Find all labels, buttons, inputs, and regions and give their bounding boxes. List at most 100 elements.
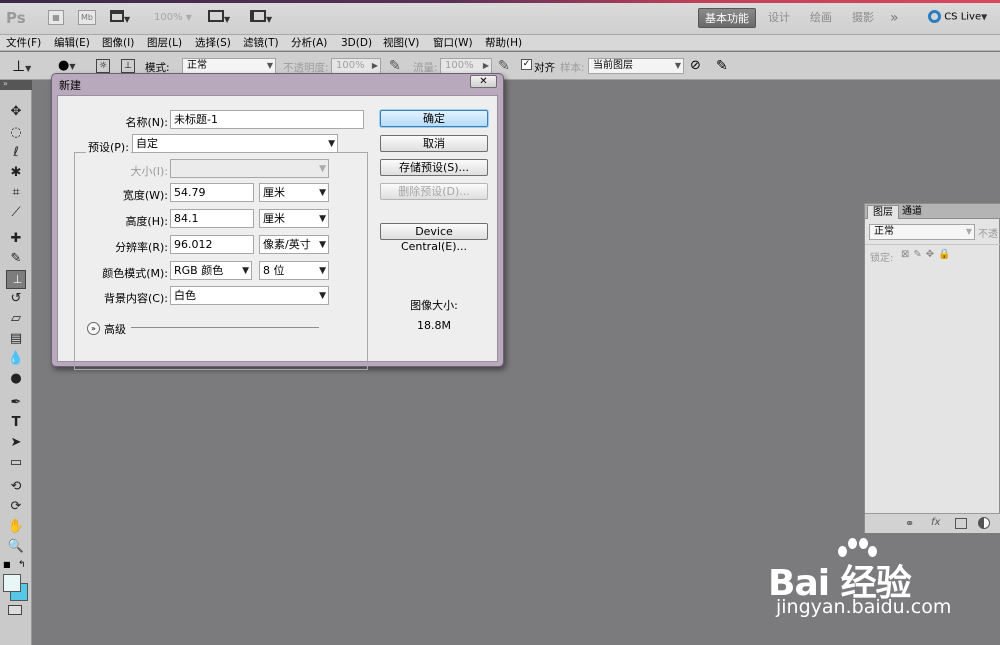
- 3d-orbit-tool-icon[interactable]: ⟳: [6, 498, 26, 516]
- tab-layers[interactable]: 图层: [867, 205, 899, 219]
- dodge-tool-icon[interactable]: ●: [6, 370, 26, 388]
- menu-3d[interactable]: 3D(D): [341, 35, 372, 51]
- tools-panel-grip[interactable]: »: [0, 79, 32, 90]
- workspace-painting[interactable]: 绘画: [804, 8, 838, 28]
- clone-source-icon[interactable]: ⊥: [121, 59, 135, 73]
- swap-colors-icon[interactable]: ↰: [18, 560, 26, 570]
- size-select[interactable]: ▼: [170, 159, 329, 178]
- mask-icon[interactable]: [955, 518, 967, 529]
- workspace-photography[interactable]: 摄影: [846, 8, 880, 28]
- shape-tool-icon[interactable]: ▭: [6, 454, 26, 472]
- bit-depth-select[interactable]: 8 位 ▼: [259, 261, 329, 280]
- height-unit-select[interactable]: 厘米 ▼: [259, 209, 329, 228]
- cs-live-menu[interactable]: CS Live▼: [928, 10, 987, 23]
- menu-analysis[interactable]: 分析(A): [291, 35, 327, 51]
- link-icon[interactable]: ⚭: [905, 517, 914, 530]
- sample-select[interactable]: 当前图层 ▼: [588, 58, 684, 74]
- tablet-opacity-icon[interactable]: ✎: [389, 58, 401, 74]
- menu-layer[interactable]: 图层(L): [147, 35, 182, 51]
- delete-preset-button[interactable]: 删除预设(D)...: [380, 183, 488, 200]
- zoom-level[interactable]: 100% ▼: [154, 12, 192, 23]
- menu-image[interactable]: 图像(I): [102, 35, 134, 51]
- height-input[interactable]: 84.1: [170, 209, 254, 228]
- close-icon[interactable]: ✕: [470, 75, 497, 88]
- default-colors-icon[interactable]: ■: [3, 560, 11, 569]
- crop-tool-icon[interactable]: ⌗: [6, 184, 26, 202]
- color-mode-select[interactable]: RGB 颜色 ▼: [170, 261, 252, 280]
- mode-select[interactable]: 正常 ▼: [182, 58, 276, 74]
- menu-file[interactable]: 文件(F): [6, 35, 41, 51]
- preset-select[interactable]: 自定 ▼: [132, 134, 338, 153]
- save-preset-button[interactable]: 存储预设(S)...: [380, 159, 488, 176]
- image-size-value: 18.8M: [417, 319, 451, 332]
- ignore-adjustment-layers-icon[interactable]: ⊘: [690, 58, 701, 73]
- hand-tool-icon[interactable]: ✋: [6, 518, 26, 536]
- brush-tool-icon[interactable]: ✎: [6, 250, 26, 268]
- menu-window[interactable]: 窗口(W): [433, 35, 473, 51]
- align-checkbox[interactable]: ✓: [521, 59, 532, 70]
- history-brush-tool-icon[interactable]: ↺: [6, 290, 26, 308]
- quick-select-tool-icon[interactable]: ✱: [6, 164, 26, 182]
- background-contents-select[interactable]: 白色 ▼: [170, 286, 329, 305]
- menu-view[interactable]: 视图(V): [383, 35, 419, 51]
- new-document-dialog: 新建 ✕ 名称(N): 未标题-1 预设(P): 自定 ▼ 大小(I): ▼ 宽度…: [51, 73, 504, 370]
- more-workspaces-icon[interactable]: »: [884, 8, 905, 28]
- width-input[interactable]: 54.79: [170, 183, 254, 202]
- menu-edit[interactable]: 编辑(E): [54, 35, 90, 51]
- foreground-color-swatch[interactable]: [3, 574, 21, 592]
- workspace-essentials[interactable]: 基本功能: [698, 8, 756, 28]
- adjustment-icon[interactable]: [978, 517, 990, 529]
- chevron-down-icon: ▼: [224, 15, 231, 24]
- clone-stamp-tool-icon[interactable]: ⊥: [6, 270, 26, 289]
- layer-blend-mode-select[interactable]: 正常 ▼: [869, 224, 975, 240]
- background-contents-label: 背景内容(C):: [104, 292, 168, 305]
- type-tool-icon[interactable]: T: [6, 414, 26, 432]
- chevron-down-icon: ▼: [965, 227, 972, 236]
- flow-field[interactable]: 100% ▶: [440, 58, 492, 74]
- width-label: 宽度(W):: [122, 189, 168, 202]
- mini-bridge-icon[interactable]: Mb: [78, 10, 96, 25]
- ok-button[interactable]: 确定: [380, 110, 488, 127]
- tablet-size-icon[interactable]: ✎: [716, 58, 728, 74]
- fx-icon[interactable]: fx: [931, 517, 940, 528]
- advanced-label[interactable]: 高级: [104, 321, 126, 337]
- menu-filter[interactable]: 滤镜(T): [243, 35, 279, 51]
- 3d-rotate-tool-icon[interactable]: ⟲: [6, 478, 26, 496]
- path-selection-tool-icon[interactable]: ➤: [6, 434, 26, 452]
- lasso-tool-icon[interactable]: ℓ: [6, 144, 26, 162]
- resolution-input[interactable]: 96.012: [170, 235, 254, 254]
- move-tool-icon[interactable]: ✥: [6, 103, 26, 121]
- opacity-field[interactable]: 100% ▶: [331, 58, 381, 74]
- healing-brush-tool-icon[interactable]: ✚: [6, 230, 26, 248]
- cancel-button[interactable]: 取消: [380, 135, 488, 152]
- eyedropper-tool-icon[interactable]: ⟋: [6, 204, 26, 222]
- extras-menu[interactable]: ▼: [110, 10, 134, 25]
- pen-tool-icon[interactable]: ✒: [6, 394, 26, 412]
- width-unit-select[interactable]: 厘米 ▼: [259, 183, 329, 202]
- chevron-down-icon: ▼: [319, 214, 326, 224]
- workspace-design[interactable]: 设计: [762, 8, 796, 28]
- arrange-documents-menu[interactable]: ▼: [208, 10, 238, 25]
- menu-help[interactable]: 帮助(H): [485, 35, 522, 51]
- blur-tool-icon[interactable]: 💧: [6, 350, 26, 368]
- gradient-tool-icon[interactable]: ▤: [6, 330, 26, 348]
- eraser-tool-icon[interactable]: ▱: [6, 310, 26, 328]
- zoom-tool-icon[interactable]: 🔍: [6, 538, 26, 556]
- chevron-down-icon: ▼: [674, 61, 681, 70]
- quick-mask-icon[interactable]: [8, 605, 22, 615]
- lock-icons[interactable]: ⊠✎✥🔒: [901, 249, 955, 260]
- resolution-unit-select[interactable]: 像素/英寸 ▼: [259, 235, 329, 254]
- name-input[interactable]: 未标题-1: [170, 110, 364, 129]
- chevron-down-icon: ▼: [328, 139, 335, 149]
- marquee-tool-icon[interactable]: ◌: [6, 124, 26, 142]
- bridge-icon[interactable]: ▦: [48, 10, 64, 25]
- advanced-expand-icon[interactable]: »: [87, 322, 100, 335]
- brush-preset-icon[interactable]: ●▼: [58, 58, 76, 73]
- screen-mode-menu[interactable]: ▼: [250, 10, 280, 25]
- menu-select[interactable]: 选择(S): [195, 35, 231, 51]
- airbrush-icon[interactable]: ✎: [498, 58, 510, 74]
- tab-channels[interactable]: 通道: [897, 205, 927, 219]
- device-central-button[interactable]: Device Central(E)...: [380, 223, 488, 253]
- brush-panel-icon[interactable]: ☼: [96, 59, 110, 73]
- clone-stamp-preset-icon[interactable]: ⊥▼: [12, 57, 31, 75]
